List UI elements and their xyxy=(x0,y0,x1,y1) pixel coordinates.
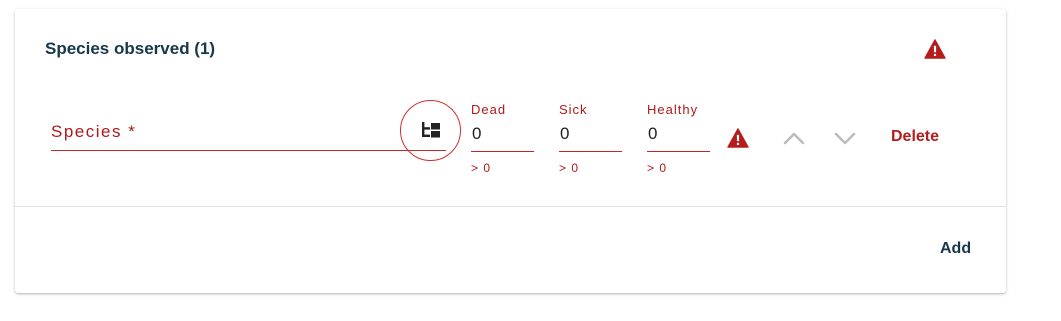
dead-count-underline xyxy=(471,151,534,152)
delete-button[interactable]: Delete xyxy=(891,128,939,146)
sick-count-value[interactable]: 0 xyxy=(560,124,569,144)
divider xyxy=(15,206,1006,207)
chevron-up-icon[interactable] xyxy=(782,130,806,146)
dead-count-hint: > 0 xyxy=(471,161,492,175)
sick-count-label: Sick xyxy=(559,102,588,117)
chevron-down-icon[interactable] xyxy=(833,130,857,146)
section-title: Species observed (1) xyxy=(45,39,216,58)
species-observed-card: Species observed (1) Species * Dead 0 > … xyxy=(15,9,1006,293)
healthy-count-underline xyxy=(647,151,710,152)
healthy-count-label: Healthy xyxy=(647,102,699,117)
warning-icon xyxy=(727,128,749,148)
warning-icon xyxy=(924,39,946,59)
healthy-count-hint: > 0 xyxy=(647,161,668,175)
healthy-count-value[interactable]: 0 xyxy=(648,124,657,144)
sick-count-hint: > 0 xyxy=(559,161,580,175)
dead-count-value[interactable]: 0 xyxy=(472,124,481,144)
tree-icon xyxy=(422,122,440,138)
species-field-label: Species * xyxy=(51,122,137,141)
add-button[interactable]: Add xyxy=(940,240,971,258)
species-tree-button[interactable] xyxy=(400,100,461,161)
sick-count-underline xyxy=(559,151,622,152)
species-field-underline xyxy=(51,150,446,151)
dead-count-label: Dead xyxy=(471,102,507,117)
